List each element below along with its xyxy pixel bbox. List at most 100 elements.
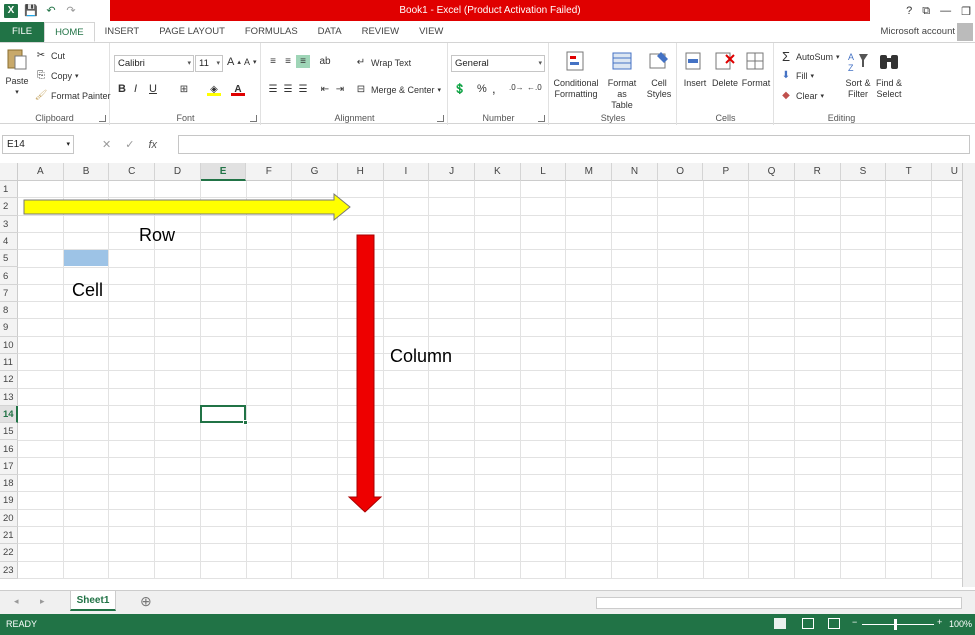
row-header-11[interactable]: 11 <box>0 354 18 372</box>
cell-styles-button[interactable]: Cell Styles <box>644 49 674 100</box>
column-header-o[interactable]: O <box>658 163 704 181</box>
horizontal-scrollbar[interactable] <box>596 597 962 609</box>
format-as-table-button[interactable]: Format as Table <box>602 49 642 111</box>
font-size-select[interactable]: 11 ▾ <box>195 55 223 72</box>
comma-style-button[interactable]: , <box>492 81 496 96</box>
paste-button[interactable]: Paste ▾ <box>3 47 31 98</box>
column-header-s[interactable]: S <box>841 163 887 181</box>
underline-button[interactable]: U <box>149 83 157 95</box>
fill-color-button[interactable]: ◈ <box>207 83 221 96</box>
row-header-2[interactable]: 2 <box>0 198 18 216</box>
zoom-slider-thumb[interactable] <box>894 619 897 630</box>
clipboard-launcher-icon[interactable] <box>99 115 106 122</box>
alignment-launcher-icon[interactable] <box>437 115 444 122</box>
column-header-i[interactable]: I <box>384 163 430 181</box>
ribbon-display-button[interactable]: ⧉ <box>922 5 930 18</box>
undo-icon[interactable]: ↶ <box>44 4 58 18</box>
italic-button[interactable]: I <box>134 83 137 95</box>
row-header-22[interactable]: 22 <box>0 544 18 562</box>
font-name-select[interactable]: Calibri ▾ <box>114 55 194 72</box>
help-button[interactable]: ? <box>906 5 912 17</box>
save-icon[interactable]: 💾 <box>24 4 38 18</box>
next-sheet-icon[interactable]: ▸ <box>40 596 45 607</box>
column-header-g[interactable]: G <box>292 163 338 181</box>
middle-align-button[interactable]: ≡ <box>281 55 295 68</box>
insert-cells-button[interactable]: Insert <box>680 49 710 89</box>
row-header-21[interactable]: 21 <box>0 527 18 545</box>
column-header-d[interactable]: D <box>155 163 201 181</box>
active-cell-e14[interactable] <box>199 404 249 426</box>
wrap-text-button[interactable]: ↵ Wrap Text <box>354 56 411 69</box>
row-header-8[interactable]: 8 <box>0 302 18 320</box>
align-right-button[interactable]: ☰ <box>296 83 310 96</box>
select-all-corner[interactable] <box>0 163 18 181</box>
zoom-out-button[interactable]: − <box>852 617 857 627</box>
row-header-4[interactable]: 4 <box>0 233 18 251</box>
cut-button[interactable]: ✂ Cut <box>34 49 65 62</box>
clear-button[interactable]: ◆ Clear ▾ <box>779 89 824 102</box>
row-header-13[interactable]: 13 <box>0 389 18 406</box>
zoom-slider-track[interactable] <box>862 624 934 625</box>
autosum-button[interactable]: Σ AutoSum ▾ <box>779 50 840 63</box>
cancel-entry-icon[interactable]: ✕ <box>102 138 111 151</box>
accounting-format-button[interactable]: 💲 <box>453 83 467 96</box>
column-header-p[interactable]: P <box>704 163 750 181</box>
row-header-17[interactable]: 17 <box>0 458 18 476</box>
zoom-in-button[interactable]: + <box>937 617 942 627</box>
sort-filter-button[interactable]: AZ Sort & Filter <box>843 49 873 100</box>
page-layout-view-icon[interactable] <box>802 618 814 629</box>
page-break-view-icon[interactable] <box>828 618 840 629</box>
highlighted-cell-b5[interactable] <box>63 250 109 267</box>
row-header-7[interactable]: 7 <box>0 285 18 303</box>
formula-input[interactable] <box>178 135 970 154</box>
row-header-9[interactable]: 9 <box>0 319 18 337</box>
row-header-6[interactable]: 6 <box>0 268 18 285</box>
delete-cells-button[interactable]: Delete <box>710 49 740 89</box>
row-header-15[interactable]: 15 <box>0 423 18 441</box>
format-painter-button[interactable]: 🖌 Format Painter <box>34 89 111 102</box>
tab-insert[interactable]: INSERT <box>95 22 150 42</box>
column-header-j[interactable]: J <box>429 163 475 181</box>
number-launcher-icon[interactable] <box>538 115 545 122</box>
account-avatar[interactable] <box>957 23 973 41</box>
font-color-button[interactable]: A <box>231 83 245 96</box>
number-format-select[interactable]: General ▾ <box>451 55 545 72</box>
tab-file[interactable]: FILE <box>0 22 45 42</box>
bottom-align-button[interactable]: ≡ <box>296 55 310 68</box>
row-header-14[interactable]: 14 <box>0 405 18 424</box>
column-header-b[interactable]: B <box>64 163 110 181</box>
decrease-decimal-button[interactable]: ←.0 <box>527 83 542 92</box>
row-header-1[interactable]: 1 <box>0 181 18 199</box>
normal-view-icon[interactable] <box>774 618 786 629</box>
row-header-18[interactable]: 18 <box>0 475 18 493</box>
column-header-a[interactable]: A <box>18 163 64 181</box>
column-header-f[interactable]: F <box>247 163 293 181</box>
bold-button[interactable]: B <box>118 83 126 95</box>
name-box[interactable]: E14 ▾ <box>2 135 74 154</box>
minimize-button[interactable]: — <box>940 5 951 17</box>
vertical-scrollbar[interactable] <box>962 163 975 587</box>
fill-button[interactable]: ⬇ Fill ▾ <box>779 69 814 82</box>
column-header-c[interactable]: C <box>109 163 156 181</box>
tab-formulas[interactable]: FORMULAS <box>235 22 308 42</box>
grow-font-button[interactable]: A ▴ <box>227 56 241 68</box>
center-button[interactable]: ☰ <box>281 83 295 96</box>
new-sheet-icon[interactable]: ⊕ <box>140 593 152 610</box>
enter-entry-icon[interactable]: ✓ <box>125 138 134 151</box>
conditional-formatting-button[interactable]: Conditional Formatting <box>552 49 600 100</box>
microsoft-account-link[interactable]: Microsoft account <box>881 26 955 37</box>
tab-review[interactable]: REVIEW <box>352 22 409 42</box>
sheet-tab-sheet1[interactable]: Sheet1 <box>70 591 116 611</box>
tab-page-layout[interactable]: PAGE LAYOUT <box>149 22 235 42</box>
row-header-16[interactable]: 16 <box>0 441 18 458</box>
zoom-level[interactable]: 100% <box>949 619 972 629</box>
prev-sheet-icon[interactable]: ◂ <box>14 596 19 607</box>
row-header-19[interactable]: 19 <box>0 492 18 510</box>
borders-button[interactable]: ⊞ <box>177 83 191 96</box>
column-header-t[interactable]: T <box>886 163 932 181</box>
row-header-12[interactable]: 12 <box>0 371 18 389</box>
restore-button[interactable]: ❐ <box>961 5 971 18</box>
tab-view[interactable]: VIEW <box>409 22 453 42</box>
fill-handle[interactable] <box>243 420 249 426</box>
column-header-e[interactable]: E <box>200 163 247 181</box>
